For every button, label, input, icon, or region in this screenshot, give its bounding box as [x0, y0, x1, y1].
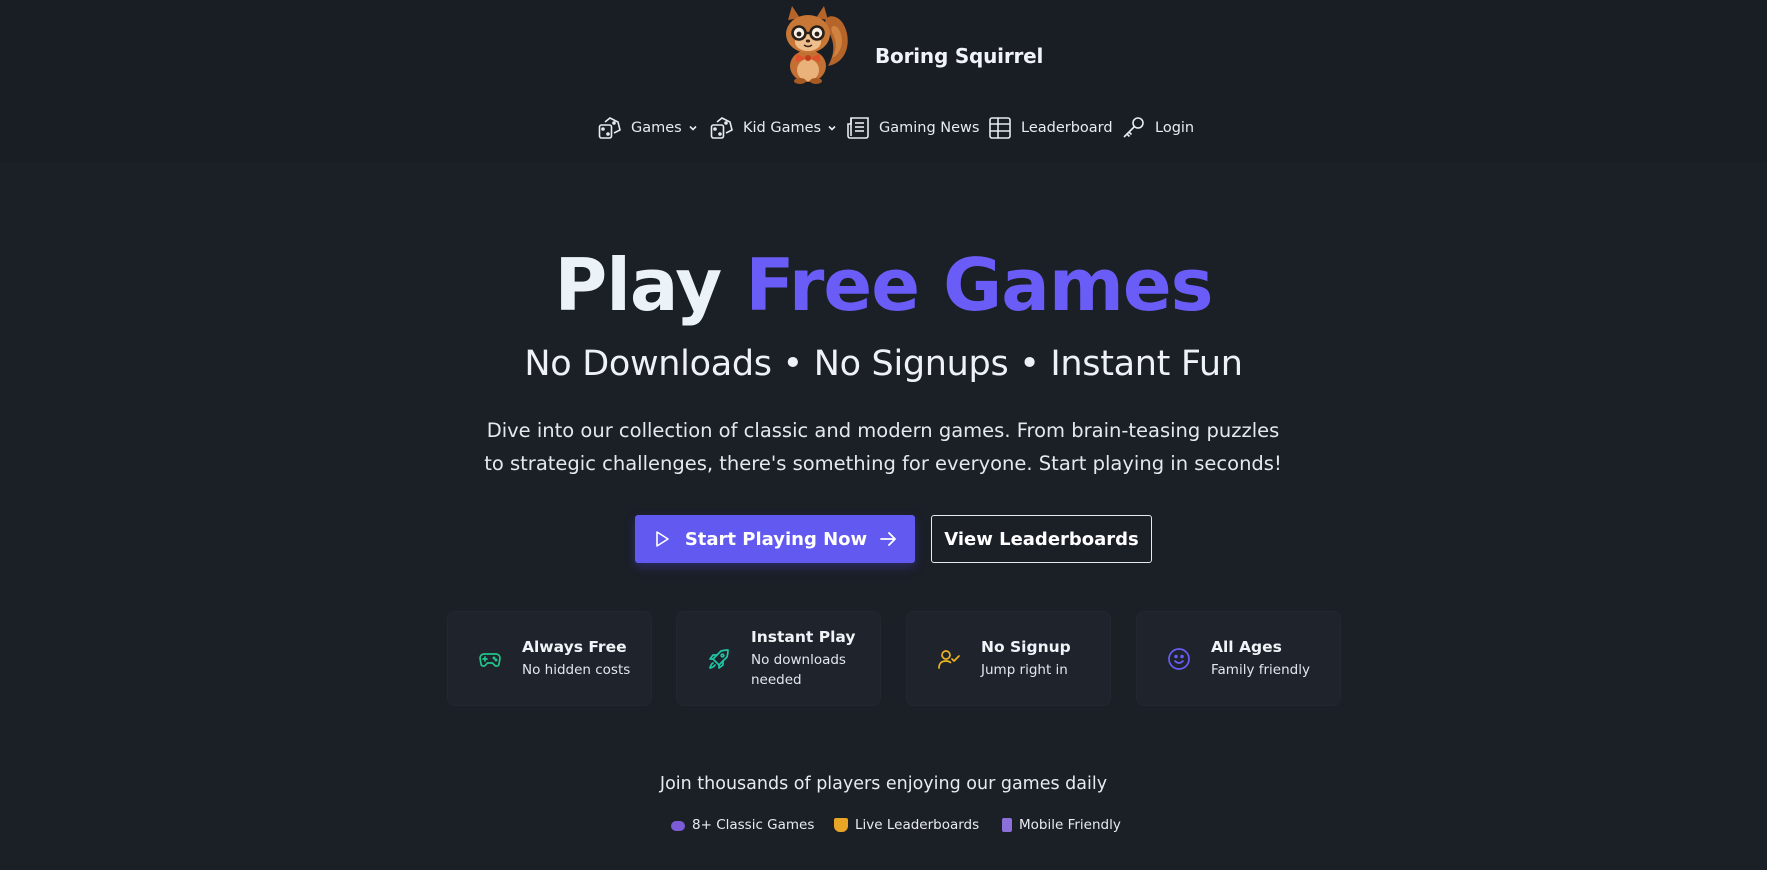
feature-card-always-free: Always Free No hidden costs: [447, 611, 652, 706]
hero-description: Dive into our collection of classic and …: [484, 419, 1282, 475]
chevron-down-icon: [689, 125, 697, 131]
feature-subtitle: Family friendly: [1211, 662, 1310, 678]
hero-title: Play Free Games: [0, 240, 1767, 330]
nav-leaderboard-label: Leaderboard: [1021, 120, 1113, 136]
main-nav: Games Kid Games Gaming News Leaderboard …: [0, 112, 1767, 144]
table-icon: [989, 117, 1011, 139]
feature-title: Instant Play: [751, 628, 856, 646]
feature-title: All Ages: [1211, 638, 1282, 656]
rocket-icon: [709, 649, 729, 669]
highlight-live-leaderboards: Live Leaderboards: [834, 815, 979, 835]
dice-icon: [710, 117, 733, 139]
mobile-phone-icon: [1002, 818, 1012, 832]
feature-text: Always Free No hidden costs: [522, 638, 630, 680]
highlight-label: Mobile Friendly: [1019, 817, 1121, 833]
feature-subtitle: No downloads needed: [751, 652, 846, 688]
hero-subtitle: No Downloads • No Signups • Instant Fun: [524, 344, 1243, 384]
dice-icon: [598, 117, 621, 139]
user-check-icon: [938, 650, 960, 669]
hero-section: Play Free Games No Downloads • No Signup…: [0, 162, 1767, 870]
squirrel-logo[interactable]: [772, 6, 854, 84]
site-header: Boring Squirrel Games Kid Games Gaming N…: [0, 0, 1767, 162]
highlight-classic-games: 8+ Classic Games: [671, 815, 814, 835]
nav-login-label: Login: [1155, 120, 1195, 136]
nav-leaderboard[interactable]: Leaderboard: [987, 112, 1113, 144]
view-leaderboards-button[interactable]: View Leaderboards: [931, 515, 1152, 563]
feature-title: Always Free: [522, 638, 627, 656]
play-icon: [656, 531, 669, 547]
nav-games[interactable]: Games: [597, 112, 698, 144]
highlight-label: Live Leaderboards: [855, 817, 980, 833]
chevron-down-icon: [828, 125, 836, 131]
feature-subtitle: Jump right in: [981, 662, 1068, 678]
feature-card-no-signup: No Signup Jump right in: [906, 611, 1111, 706]
feature-text: All Ages Family friendly: [1211, 638, 1310, 680]
highlight-mobile-friendly: Mobile Friendly: [1002, 815, 1121, 835]
start-playing-label: Start Playing Now: [684, 528, 868, 550]
hero-title-accent: Free Games: [745, 243, 1213, 327]
feature-card-all-ages: All Ages Family friendly: [1136, 611, 1341, 706]
feature-text: No Signup Jump right in: [981, 638, 1071, 680]
nav-gaming-news[interactable]: Gaming News: [845, 112, 979, 144]
brand[interactable]: Boring Squirrel: [0, 6, 1767, 102]
feature-text: Instant Play No downloads needed: [751, 628, 861, 690]
trophy-icon: [834, 818, 848, 832]
smile-icon: [1168, 648, 1190, 670]
nav-games-label: Games: [631, 120, 682, 136]
feature-card-instant-play: Instant Play No downloads needed: [676, 611, 881, 706]
key-icon: [1123, 117, 1144, 138]
highlight-label: 8+ Classic Games: [692, 817, 815, 833]
nav-gaming-news-label: Gaming News: [879, 120, 980, 136]
brand-name[interactable]: Boring Squirrel: [875, 44, 1043, 68]
start-playing-button[interactable]: Start Playing Now: [635, 515, 915, 563]
feature-subtitle: No hidden costs: [522, 662, 631, 678]
game-controller-icon: [671, 821, 685, 831]
nav-login[interactable]: Login: [1121, 112, 1194, 144]
arrow-right-icon: [880, 532, 897, 546]
feature-title: No Signup: [981, 638, 1071, 656]
join-text: Join thousands of players enjoying our g…: [659, 774, 1108, 794]
nav-kid-games[interactable]: Kid Games: [709, 112, 837, 144]
gamepad-icon: [479, 653, 501, 667]
nav-kid-games-label: Kid Games: [743, 120, 822, 136]
hero-title-white: Play: [554, 243, 722, 327]
newspaper-icon: [847, 117, 869, 139]
